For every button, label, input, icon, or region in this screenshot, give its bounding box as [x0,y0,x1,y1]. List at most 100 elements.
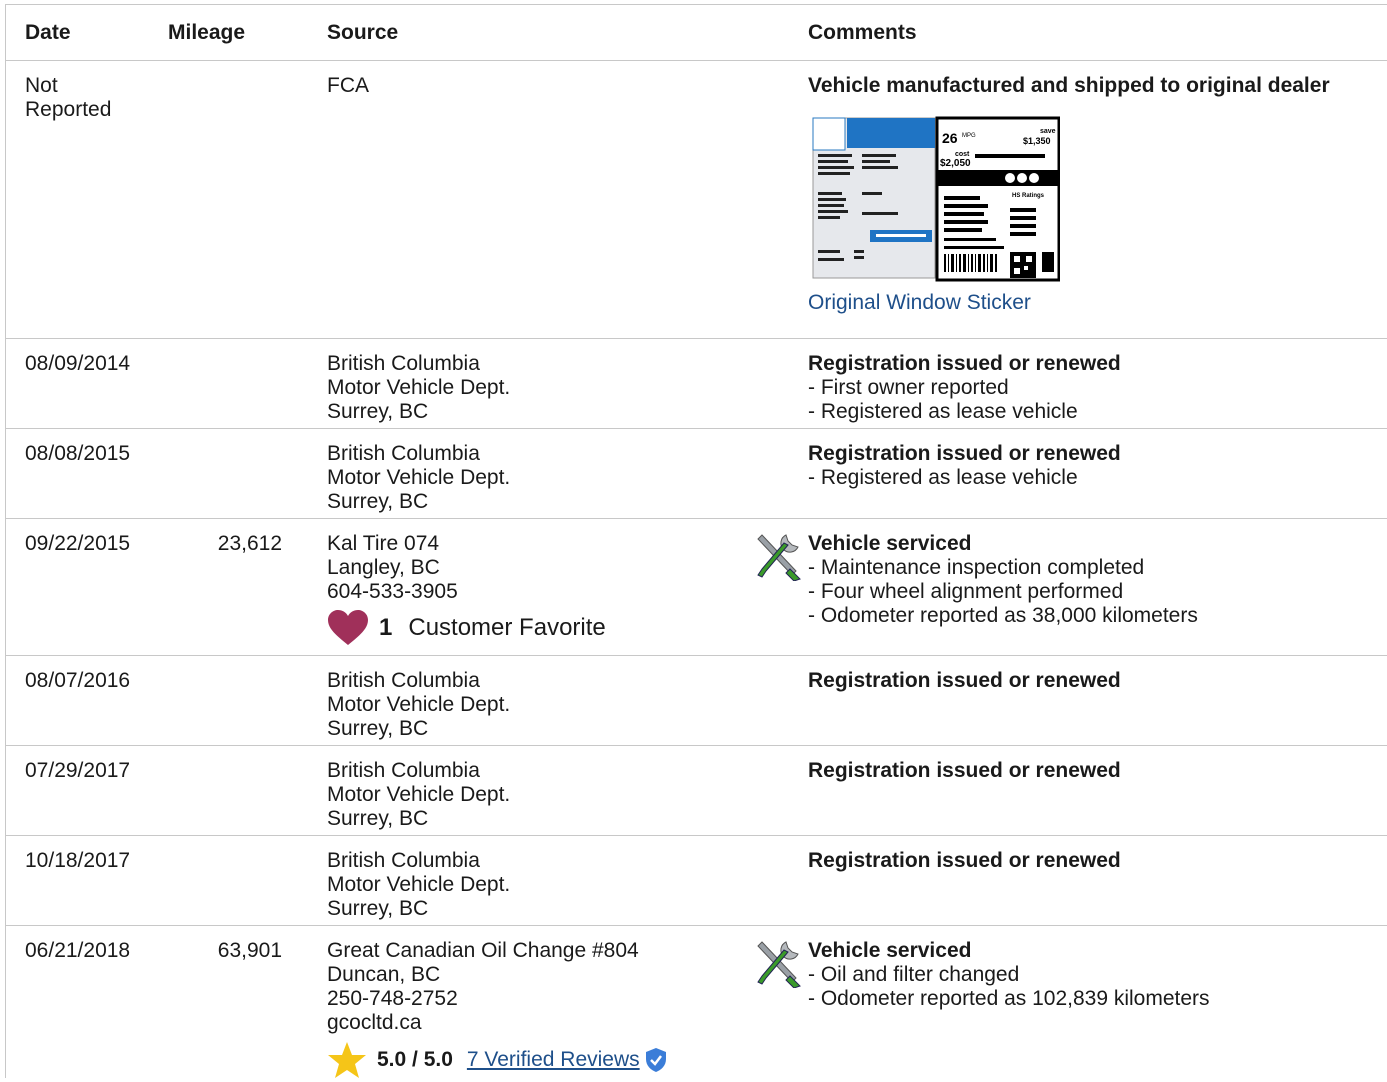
comment-title: Registration issued or renewed [808,759,1121,782]
comment-line: - Oil and filter changed [808,963,1020,986]
source-line: Motor Vehicle Dept. [327,466,511,489]
service-tools-icon [757,941,801,988]
row-date: 10/18/2017 [25,849,131,872]
header-comments[interactable]: Comments [808,21,1383,45]
table-row: 07/29/2017 British Columbia Motor Vehicl… [6,746,1387,836]
comment-title: Registration issued or renewed [808,849,1121,872]
source-line: British Columbia [327,669,480,692]
customer-favorite-row: 1 Customer Favorite [327,610,606,646]
comment-line: - Maintenance inspection completed [808,556,1145,579]
row-source: FCA [327,74,757,98]
star-icon [328,1042,366,1078]
comment-line: - Registered as lease vehicle [808,466,1078,489]
row-date: 09/22/2015 [25,532,131,555]
source-line: Surrey, BC [327,717,429,740]
vehicle-history-table: Date Mileage Source Comments Not Reporte… [5,4,1387,1078]
row-comments: Vehicle serviced - Maintenance inspectio… [808,532,1383,628]
source-line: Motor Vehicle Dept. [327,376,511,399]
heart-icon [328,610,368,645]
verified-badge-icon [645,1048,666,1072]
table-row: 08/09/2014 British Columbia Motor Vehicl… [6,339,1387,429]
table-row: 08/07/2016 British Columbia Motor Vehicl… [6,656,1387,746]
row-source: Great Canadian Oil Change #804 Duncan, B… [327,939,757,1079]
row-date: 08/07/2016 [25,669,131,692]
sticker-mpg-unit: MPG [962,133,976,139]
verified-reviews-link[interactable]: 7 Verified Reviews [467,1048,640,1072]
comment-title: Vehicle manufactured and shipped to orig… [808,74,1330,97]
comment-line: - First owner reported [808,376,1009,399]
row-source: British Columbia Motor Vehicle Dept. Sur… [327,669,757,741]
comment-title: Registration issued or renewed [808,442,1121,465]
table-row: 10/18/2017 British Columbia Motor Vehicl… [6,836,1387,926]
source-line: Langley, BC [327,556,440,579]
source-line: Motor Vehicle Dept. [327,693,511,716]
comment-line: - Odometer reported as 102,839 kilometer… [808,987,1210,1010]
row-comments: Registration issued or renewed - First o… [808,352,1383,424]
source-line: Surrey, BC [327,897,429,920]
comment-title: Registration issued or renewed [808,352,1121,375]
row-source: British Columbia Motor Vehicle Dept. Sur… [327,442,757,514]
row-source: British Columbia Motor Vehicle Dept. Sur… [327,759,757,831]
source-line: Surrey, BC [327,807,429,830]
table-row: 08/08/2015 British Columbia Motor Vehicl… [6,429,1387,519]
source-line: British Columbia [327,759,480,782]
row-date: 06/21/2018 [25,939,131,962]
rating-row: 5.0 / 5.0 7 Verified Reviews [327,1041,757,1079]
row-source: British Columbia Motor Vehicle Dept. Sur… [327,849,757,921]
source-line: 250-748-2752 [327,987,458,1010]
row-date: 08/08/2015 [25,442,131,465]
row-mileage: 63,901 [217,939,282,962]
table-row: 09/22/2015 23,612 Kal Tire 074 Langley, … [6,519,1387,656]
row-date: 08/09/2014 [25,352,131,375]
source-line: British Columbia [327,442,480,465]
source-line: Duncan, BC [327,963,441,986]
comment-line: - Odometer reported as 38,000 kilometers [808,604,1198,627]
table-row: 06/21/2018 63,901 Great Canadian Oil Cha… [6,926,1387,1082]
row-mileage: 23,612 [217,532,282,555]
row-comments: Registration issued or renewed [808,759,1383,783]
source-line: Kal Tire 074 [327,532,440,555]
comment-title: Registration issued or renewed [808,669,1121,692]
header-date[interactable]: Date [25,21,71,45]
sticker-save: $1,350 [1023,136,1051,146]
comment-title: Vehicle serviced [808,939,972,962]
source-line: Surrey, BC [327,490,429,513]
comment-title: Vehicle serviced [808,532,972,555]
source-line: Surrey, BC [327,400,429,423]
rating-score: 5.0 / 5.0 [377,1048,453,1071]
source-line: Motor Vehicle Dept. [327,873,511,896]
source-line: Motor Vehicle Dept. [327,783,511,806]
row-comments: Registration issued or renewed [808,669,1383,693]
source-line: gcocltd.ca [327,1011,422,1034]
source-line: 604-533-3905 [327,580,458,603]
row-date: 07/29/2017 [25,759,131,782]
row-comments: Vehicle manufactured and shipped to orig… [808,74,1383,315]
sticker-cost-label: cost [955,151,970,158]
table-header: Date Mileage Source Comments [6,5,1387,61]
table-row: Not Reported FCA Vehicle manufactured an… [6,61,1387,339]
row-source: Kal Tire 074 Langley, BC 604-533-3905 1 … [327,532,757,646]
window-sticker-image[interactable]: 26 MPG save $1,350 cost $2,050 HS Rating… [810,112,1060,282]
header-mileage[interactable]: Mileage [168,21,284,45]
header-source[interactable]: Source [327,21,757,45]
row-comments: Vehicle serviced - Oil and filter change… [808,939,1383,1011]
original-window-sticker-link[interactable]: Original Window Sticker [808,291,1383,315]
sticker-save-label: save [1040,128,1056,135]
service-tools-icon [757,534,801,581]
customer-favorite: 1 Customer Favorite [327,604,757,646]
row-source: British Columbia Motor Vehicle Dept. Sur… [327,352,757,424]
comment-line: - Registered as lease vehicle [808,400,1078,423]
comment-line: - Four wheel alignment performed [808,580,1124,603]
sticker-ratings: HS Ratings [1012,193,1045,199]
sticker-cost: $2,050 [940,158,971,169]
sticker-mpg: 26 [942,130,958,146]
source-line: Great Canadian Oil Change #804 [327,939,639,962]
source-line: FCA [327,74,369,97]
row-comments: Registration issued or renewed - Registe… [808,442,1383,490]
favorite-count: 1 [379,614,393,641]
source-line: British Columbia [327,352,480,375]
row-date: Not Reported [25,74,112,121]
favorite-label: Customer Favorite [408,614,606,641]
row-comments: Registration issued or renewed [808,849,1383,873]
source-line: British Columbia [327,849,480,872]
